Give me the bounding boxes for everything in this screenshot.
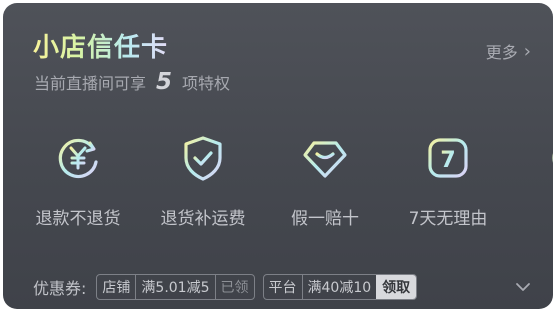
privilege-count: 5	[156, 69, 173, 95]
privilege-return-shipping[interactable]: 退货补运费	[143, 133, 263, 229]
privilege-summary: 当前直播间可享 5 项特权	[34, 69, 230, 95]
card-title: 小店信任卡	[33, 27, 168, 64]
chevron-right-icon: ›	[523, 40, 531, 62]
privilege-fake-compensation[interactable]: 假一赔十	[265, 133, 385, 229]
claim-coupon-button[interactable]: 领取	[376, 275, 417, 299]
coupon-shop: 店铺 满5.01减5 已领	[96, 274, 255, 300]
seven-days-icon-text: 7	[440, 148, 455, 173]
summary-prefix: 当前直播间可享	[34, 74, 147, 93]
privilege-label: 7天无理由	[408, 209, 488, 229]
privilege-refund-no-return[interactable]: 退款不退货	[18, 133, 138, 229]
coupon-title: 优惠券:	[33, 279, 87, 298]
privilege-community[interactable]: 社区	[511, 133, 553, 229]
privilege-label: 假一赔十	[291, 209, 359, 229]
coupon-claimed-status: 已领	[214, 275, 254, 299]
privilege-label: 退款不退货	[35, 209, 121, 229]
coupon-source: 店铺	[97, 275, 137, 299]
coupon-amount: 满40减10	[307, 280, 372, 296]
privilege-list: 退款不退货 退货补运费 假一赔十 7 7天无理由	[3, 133, 553, 233]
shield-check-icon	[178, 133, 228, 183]
privilege-7day-return[interactable]: 7 7天无理由	[388, 133, 508, 229]
expand-coupons-button[interactable]	[515, 273, 531, 301]
partial-icon	[546, 133, 553, 183]
summary-suffix: 项特权	[182, 74, 231, 93]
refund-yen-icon	[53, 133, 103, 183]
coupon-amount: 满5.01减5	[141, 280, 210, 296]
chevron-down-icon	[516, 283, 530, 291]
seven-days-icon: 7	[423, 133, 473, 183]
trust-card: 小店信任卡 更多 › 当前直播间可享 5 项特权 退款不退货 退货补运费 假一赔…	[3, 3, 553, 309]
more-link[interactable]: 更多 ›	[486, 39, 531, 63]
gem-smile-icon	[300, 133, 350, 183]
coupon-platform: 平台 满40减10 领取	[262, 274, 418, 300]
coupon-source: 平台	[264, 275, 303, 299]
privilege-label: 退货补运费	[160, 209, 246, 229]
more-label: 更多	[485, 43, 518, 62]
coupon-bar: 优惠券: 店铺 满5.01减5 已领 平台 满40减10 领取	[33, 273, 533, 301]
